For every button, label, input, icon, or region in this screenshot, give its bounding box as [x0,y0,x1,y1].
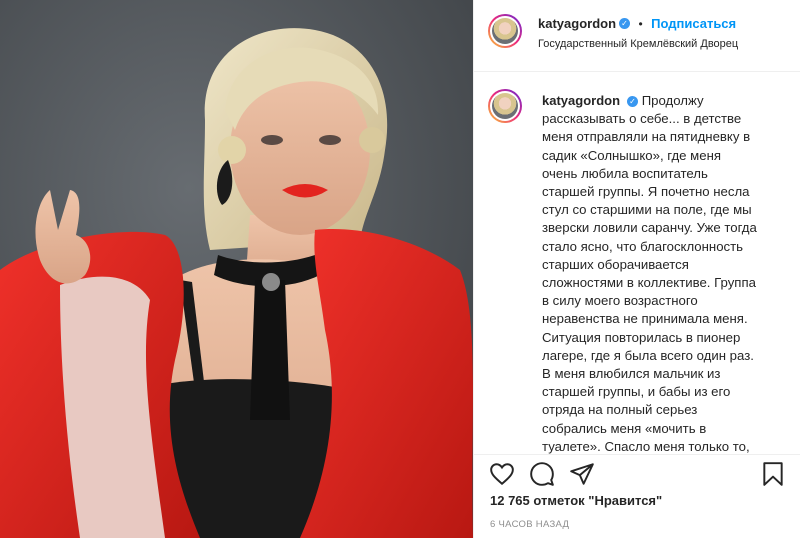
comments-section[interactable]: katyagordon ✓ Продолжу рассказывать о себ… [474,72,800,454]
caption-author-avatar[interactable] [488,89,522,123]
author-avatar[interactable] [488,14,522,48]
header-separator: • [638,17,643,31]
bookmark-icon[interactable] [760,461,786,492]
author-username[interactable]: katyagordon [538,16,616,31]
caption-verified-badge-icon: ✓ [627,96,639,108]
comment-icon[interactable] [529,461,555,492]
caption-author-username[interactable]: katyagordon [542,93,620,108]
paper-plane-icon[interactable] [569,461,595,492]
likes-count[interactable]: 12 765 отметок "Нравится" [490,493,662,508]
post-header: katyagordon ✓ • Подписаться Государственн… [474,0,800,72]
location-link[interactable]: Государственный Кремлёвский Дворец [538,38,738,50]
verified-badge-icon: ✓ [619,18,631,30]
post-actions-bar: 12 765 отметок "Нравится" 6 ЧАСОВ НАЗАД [474,454,800,538]
heart-icon[interactable] [489,461,515,492]
post-timestamp[interactable]: 6 ЧАСОВ НАЗАД [490,519,569,530]
post-caption: katyagordon ✓ Продолжу рассказывать о себ… [542,92,760,454]
woman-in-red-jacket-image [0,0,473,538]
post-photo[interactable] [0,0,473,538]
caption-text: Продолжу рассказывать о себе... в детств… [542,93,757,454]
post-panel: katyagordon ✓ • Подписаться Государственн… [473,0,800,538]
follow-button[interactable]: Подписаться [651,16,736,31]
